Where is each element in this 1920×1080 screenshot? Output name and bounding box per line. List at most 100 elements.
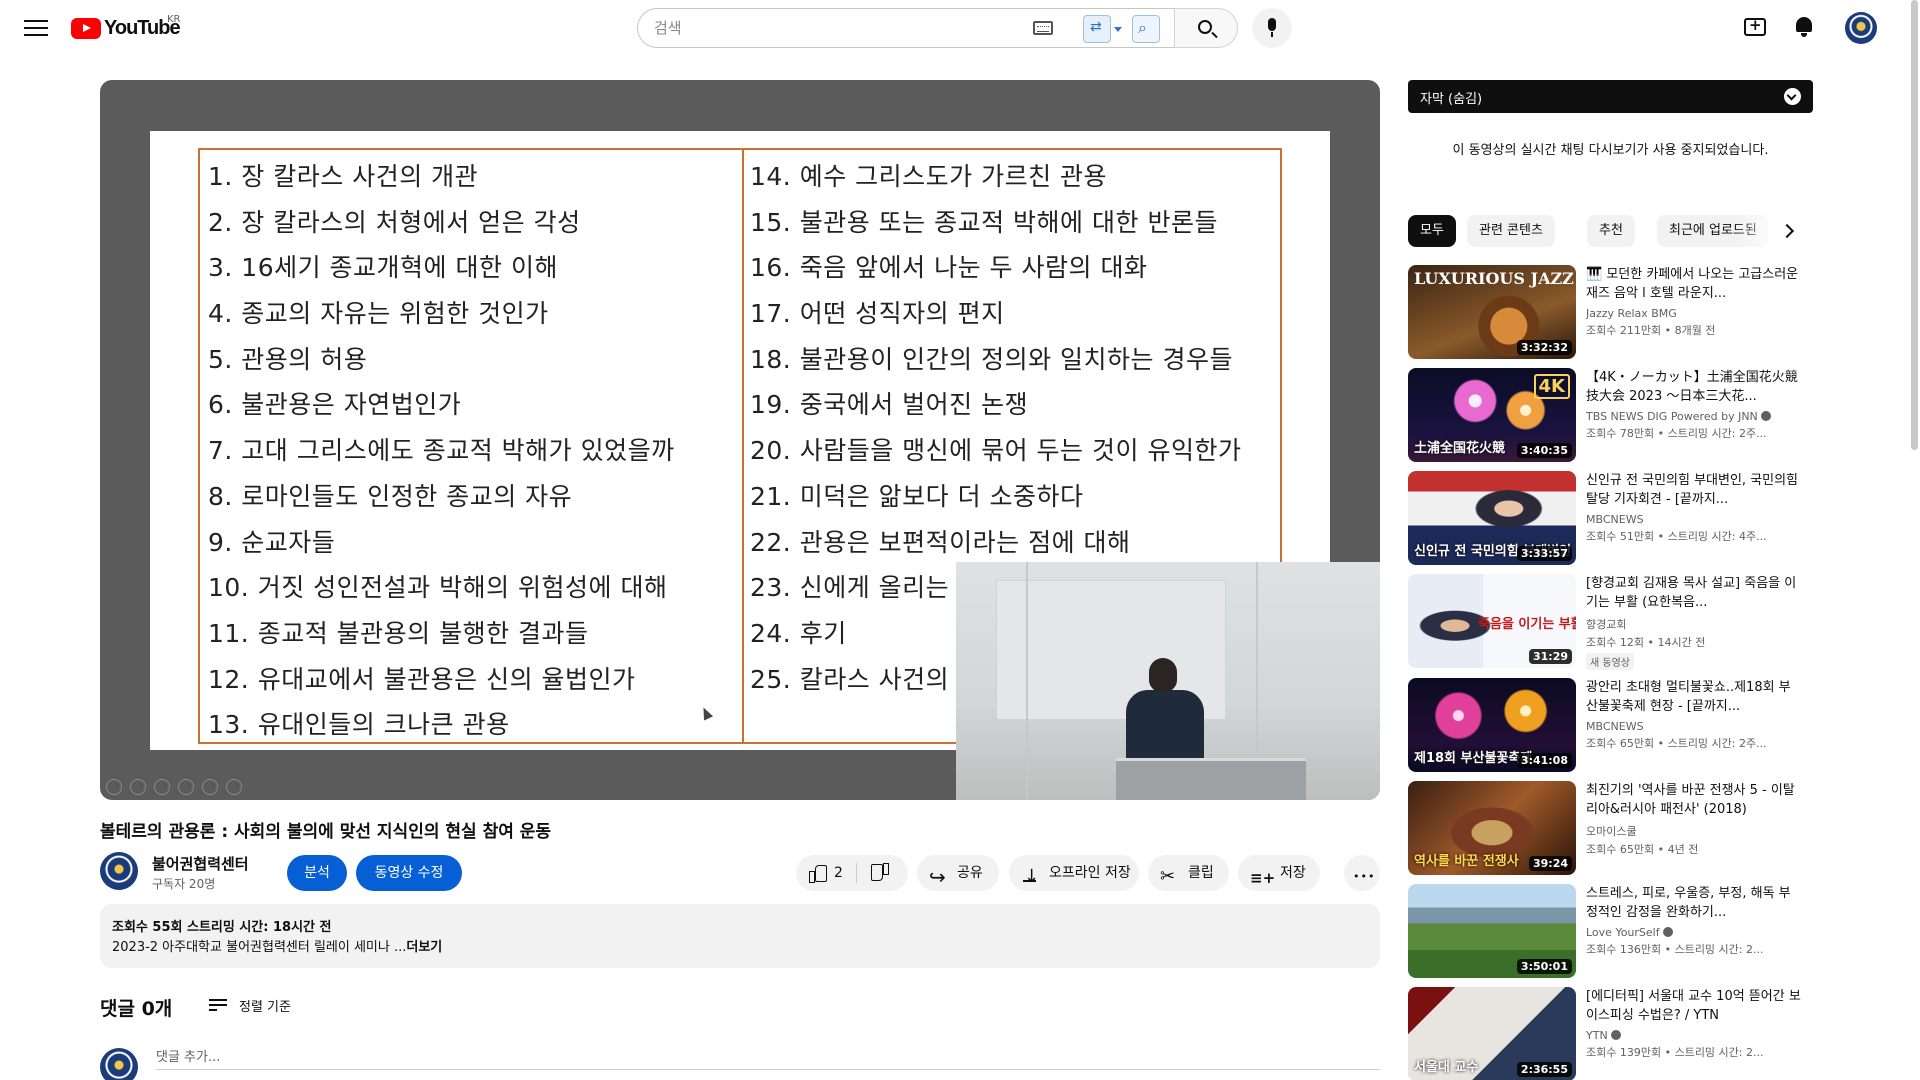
slide-controls	[106, 779, 242, 795]
video-title[interactable]: [에디터픽] 서울대 교수 10억 뜯어간 보이스피싱 수법은? / YTN	[1586, 987, 1801, 1025]
recommended-video[interactable]: 신인규 전 국민의힘 부대변인 3:33:57 신인규 전 국민의힘 부대변인,…	[1408, 471, 1813, 565]
view-count: 조회수 12회 • 14시간 전	[1586, 636, 1706, 649]
pen-icon[interactable]	[154, 779, 170, 795]
channel-name[interactable]: Love YourSelf	[1586, 926, 1801, 939]
toc-item: 18. 불관용이 인간의 정의와 일치하는 경우들	[750, 344, 1233, 374]
add-comment-input[interactable]	[156, 1046, 1380, 1070]
chevron-right-icon[interactable]	[1775, 218, 1801, 244]
save-button[interactable]: 저장	[1238, 855, 1320, 896]
recommended-video[interactable]: 3:50:01 스트레스, 피로, 우울증, 부정, 해독 부정적인 감정을 완…	[1408, 884, 1813, 978]
view-count: 조회수 136만회 • 스트리밍 시간: 2...	[1586, 943, 1764, 956]
like-count[interactable]: 2	[834, 855, 843, 891]
video-meta: [향경교회 김재용 목사 설교] 죽음을 이기는 부활 (요한복음... 향경교…	[1586, 574, 1801, 670]
video-title[interactable]: [향경교회 김재용 목사 설교] 죽음을 이기는 부활 (요한복음...	[1586, 574, 1801, 612]
video-title[interactable]: 스트레스, 피로, 우울증, 부정, 해독 부정적인 감정을 완화하기...	[1586, 884, 1801, 922]
speaker-head	[1149, 658, 1177, 692]
video-title[interactable]: 최진기의 '역사를 바꾼 전쟁사 5 - 이탈리아&러시아 패전사' (2018…	[1586, 781, 1801, 819]
video-meta: 【4K・ノーカット】土浦全国花火競技大会 2023 ～日本三大花... TBS …	[1586, 368, 1801, 441]
channel-name[interactable]: 불어권협력센터	[152, 853, 249, 874]
search-button[interactable]	[1174, 8, 1238, 48]
save-label: 저장	[1280, 865, 1306, 881]
youtube-logo[interactable]: YouTube	[71, 16, 181, 40]
video-meta: 🎹 모던한 카페에서 나오는 고급스러운 재즈 음악 l 호텔 라운지... J…	[1586, 265, 1801, 338]
video-meta: 신인규 전 국민의힘 부대변인, 국민의힘 탈당 기자회견 - [끝까지... …	[1586, 471, 1801, 544]
live-chat-replay-header[interactable]: 자막 (숨김)	[1408, 80, 1813, 113]
recommended-video[interactable]: 4K 土浦全国花火競 3:40:35 【4K・ノーカット】土浦全国花火競技大会 …	[1408, 368, 1813, 462]
prev-slide-icon[interactable]	[106, 779, 122, 795]
zoom-icon[interactable]	[202, 779, 218, 795]
voice-search-mic-icon[interactable]	[1252, 8, 1292, 48]
more-actions-button[interactable]	[1344, 855, 1380, 895]
recommended-video[interactable]: 역사를 바꾼 전쟁사 39:24 최진기의 '역사를 바꾼 전쟁사 5 - 이탈…	[1408, 781, 1813, 875]
account-avatar[interactable]	[1845, 12, 1877, 44]
channel-name[interactable]: MBCNEWS	[1586, 720, 1801, 733]
toc-item: 21. 미덕은 앎보다 더 소중하다	[750, 481, 1084, 511]
scrollbar-thumb[interactable]	[1911, 0, 1918, 450]
thumbs-down-icon[interactable]	[872, 864, 890, 882]
video-title[interactable]: 【4K・ノーカット】土浦全国花火競技大会 2023 ～日本三大花...	[1586, 368, 1801, 406]
next-slide-icon[interactable]	[130, 779, 146, 795]
menu-icon[interactable]	[24, 17, 48, 37]
chevron-down-icon[interactable]	[1784, 88, 1801, 105]
download-button[interactable]: 오프라인 저장	[1009, 855, 1139, 895]
video-duration: 31:29	[1528, 649, 1572, 664]
view-count: 조회수 139만회 • 스트리밍 시간: 2...	[1586, 1046, 1764, 1059]
chevron-down-icon[interactable]	[1114, 27, 1122, 32]
chip-all[interactable]: 모두	[1408, 215, 1456, 247]
slide-divider	[742, 148, 744, 744]
video-thumbnail[interactable]: 신인규 전 국민의힘 부대변인 3:33:57	[1408, 471, 1576, 565]
notifications-bell-icon[interactable]	[1795, 17, 1813, 37]
video-thumbnail[interactable]: LUXURIOUS JAZZ 3:32:32	[1408, 265, 1576, 359]
video-duration: 3:40:35	[1516, 443, 1572, 458]
thumbnail-text: LUXURIOUS JAZZ	[1414, 269, 1574, 288]
caption-search-extension-icon[interactable]	[1132, 15, 1160, 43]
toc-item: 12. 유대교에서 불관용은 신의 율법인가	[208, 664, 636, 694]
verified-icon	[1662, 927, 1673, 937]
video-player[interactable]: 1. 장 칼라스 사건의 개관 2. 장 칼라스의 처형에서 얻은 각성 3. …	[100, 80, 1380, 800]
share-button[interactable]: 공유	[917, 855, 999, 895]
video-title[interactable]: 신인규 전 국민의힘 부대변인, 국민의힘 탈당 기자회견 - [끝까지...	[1586, 471, 1801, 509]
translate-extension-icon[interactable]	[1083, 15, 1111, 43]
slides-grid-icon[interactable]	[178, 779, 194, 795]
show-more-link[interactable]: 더보기	[406, 940, 442, 955]
video-thumbnail[interactable]: 제18회 부산불꽃축제 3:41:08	[1408, 678, 1576, 772]
create-video-icon[interactable]	[1744, 16, 1766, 36]
video-thumbnail[interactable]: 죽음을 이기는 부활 31:29	[1408, 574, 1576, 668]
channel-name[interactable]: 향경교회	[1586, 616, 1801, 632]
video-title[interactable]: 광안리 초대형 멀티불꽃쇼..제18회 부산불꽃축제 현장 - [끝까지...	[1586, 678, 1801, 716]
channel-name[interactable]: MBCNEWS	[1586, 513, 1801, 526]
chat-disabled-message: 이 동영상의 실시간 채팅 다시보기가 사용 중지되었습니다.	[1452, 143, 1769, 158]
scissors-icon	[1160, 859, 1178, 895]
search-input[interactable]	[654, 9, 1014, 47]
download-label: 오프라인 저장	[1049, 865, 1131, 881]
view-count: 조회수 65만회 • 스트리밍 시간: 2주...	[1586, 737, 1767, 750]
analytics-button[interactable]: 분석	[287, 855, 347, 891]
chip-recommended[interactable]: 추천	[1587, 215, 1635, 247]
channel-name[interactable]: YTN	[1586, 1029, 1801, 1042]
page-scrollbar[interactable]	[1909, 0, 1920, 1080]
channel-avatar[interactable]	[100, 852, 138, 890]
description-box[interactable]: 조회수 55회 스트리밍 시간: 18시간 전 2023-2 아주대학교 불어권…	[100, 904, 1380, 968]
recommended-video[interactable]: LUXURIOUS JAZZ 3:32:32 🎹 모던한 카페에서 나오는 고급…	[1408, 265, 1813, 359]
search-icon	[1198, 20, 1212, 34]
recommended-video[interactable]: 죽음을 이기는 부활 31:29 [향경교회 김재용 목사 설교] 죽음을 이기…	[1408, 574, 1813, 670]
recommended-video[interactable]: 서울대 교수 2:36:55 [에디터픽] 서울대 교수 10억 뜯어간 보이스…	[1408, 987, 1813, 1080]
video-thumbnail[interactable]: 4K 土浦全国花火競 3:40:35	[1408, 368, 1576, 462]
toc-item: 6. 불관용은 자연법인가	[208, 390, 462, 420]
video-thumbnail[interactable]: 3:50:01	[1408, 884, 1576, 978]
verified-icon	[1610, 1030, 1621, 1040]
video-thumbnail[interactable]: 역사를 바꾼 전쟁사 39:24	[1408, 781, 1576, 875]
channel-name[interactable]: Jazzy Relax BMG	[1586, 307, 1801, 320]
thumbs-up-icon[interactable]	[808, 864, 827, 883]
keyboard-icon[interactable]	[1033, 21, 1053, 35]
channel-name[interactable]: 오마이스쿨	[1586, 823, 1801, 839]
video-thumbnail[interactable]: 서울대 교수 2:36:55	[1408, 987, 1576, 1080]
channel-name[interactable]: TBS NEWS DIG Powered by JNN	[1586, 410, 1801, 423]
edit-video-button[interactable]: 동영상 수정	[356, 855, 462, 891]
video-title[interactable]: 🎹 모던한 카페에서 나오는 고급스러운 재즈 음악 l 호텔 라운지...	[1586, 265, 1801, 303]
clip-button[interactable]: 클립	[1148, 855, 1229, 895]
recommended-video[interactable]: 제18회 부산불꽃축제 3:41:08 광안리 초대형 멀티불꽃쇼..제18회 …	[1408, 678, 1813, 772]
chip-related[interactable]: 관련 콘텐츠	[1467, 215, 1555, 247]
more-options-icon[interactable]	[226, 779, 242, 795]
divider	[856, 863, 857, 883]
